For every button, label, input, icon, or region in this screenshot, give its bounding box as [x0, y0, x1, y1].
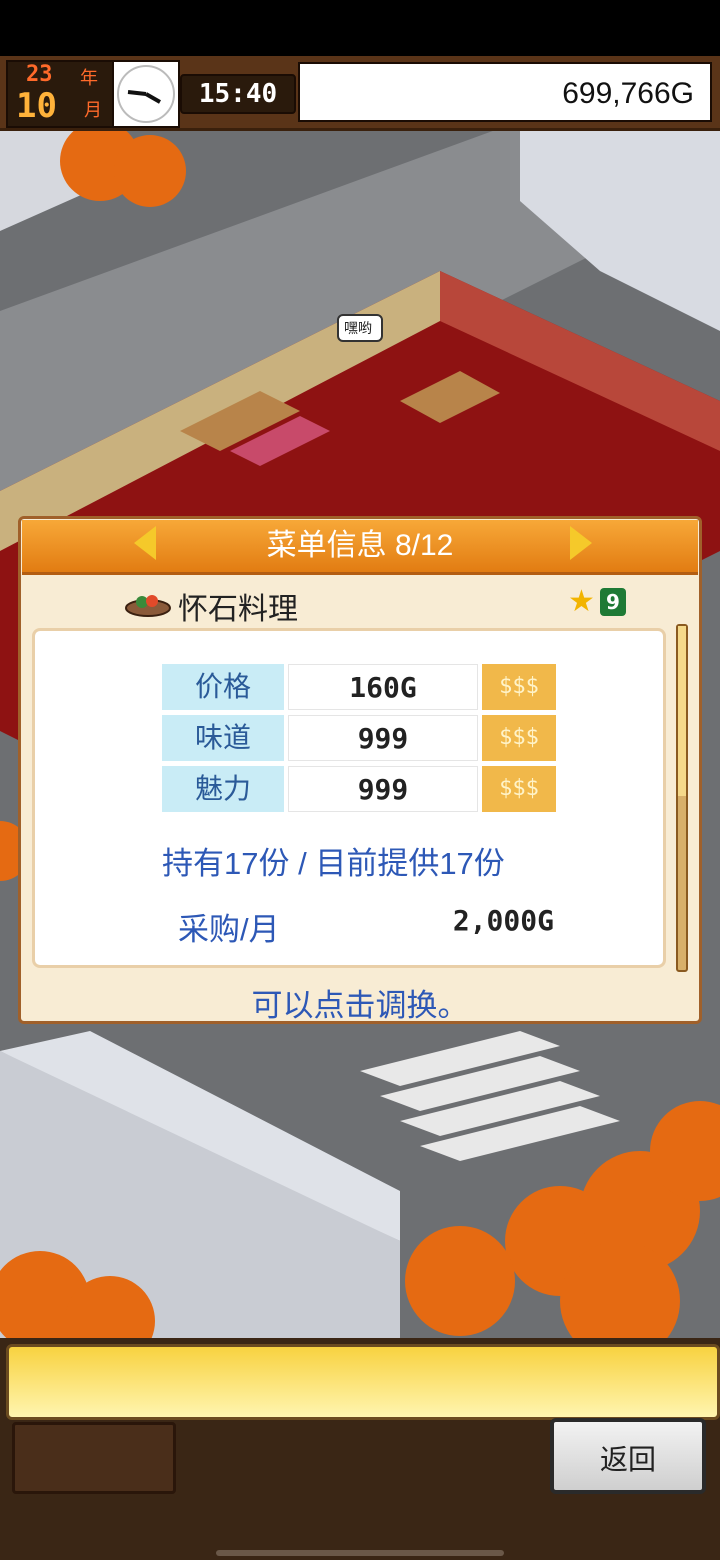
dish-name: 怀石料理: [178, 593, 298, 626]
purchase-label: 采购/月: [178, 912, 280, 947]
taste-label: 味道: [162, 715, 284, 761]
year-unit: 年: [80, 68, 98, 89]
star-icon: ★: [568, 584, 595, 619]
dish-icon: [124, 588, 172, 618]
month-unit: 月: [84, 100, 102, 121]
speech-bubble-text: 嘿哟: [344, 321, 372, 337]
clock-icon: [112, 60, 180, 128]
appeal-value: 999: [288, 766, 478, 812]
taste-value: 999: [288, 715, 478, 761]
date-display: 23 年 10 月: [6, 60, 114, 128]
dialog-title: 菜单信息 8/12: [22, 520, 698, 575]
money-display: 699,766G: [298, 62, 712, 122]
price-rank: $$$: [482, 664, 556, 710]
hint-text: 可以点击调换。: [251, 988, 469, 1023]
empty-slot: [12, 1422, 176, 1494]
price-label: 价格: [162, 664, 284, 710]
star-count: 9: [600, 588, 626, 616]
appeal-label: 魅力: [162, 766, 284, 812]
home-indicator[interactable]: [216, 1550, 504, 1556]
appeal-rank: $$$: [482, 766, 556, 812]
month-number: 10: [16, 86, 57, 126]
time-display: 15:40: [180, 74, 296, 114]
back-button[interactable]: 返回: [550, 1418, 706, 1494]
status-bar: [0, 0, 720, 56]
price-value: 160G: [288, 664, 478, 710]
stock-text: 持有17份 / 目前提供17份: [162, 846, 505, 881]
arrow-left-icon[interactable]: [134, 526, 156, 560]
scrollbar-thumb[interactable]: [678, 626, 686, 796]
purchase-value: 2,000G: [452, 904, 554, 937]
message-bar: [6, 1344, 720, 1420]
year-number: 23: [26, 62, 53, 87]
taste-rank: $$$: [482, 715, 556, 761]
arrow-right-icon[interactable]: [570, 526, 592, 560]
